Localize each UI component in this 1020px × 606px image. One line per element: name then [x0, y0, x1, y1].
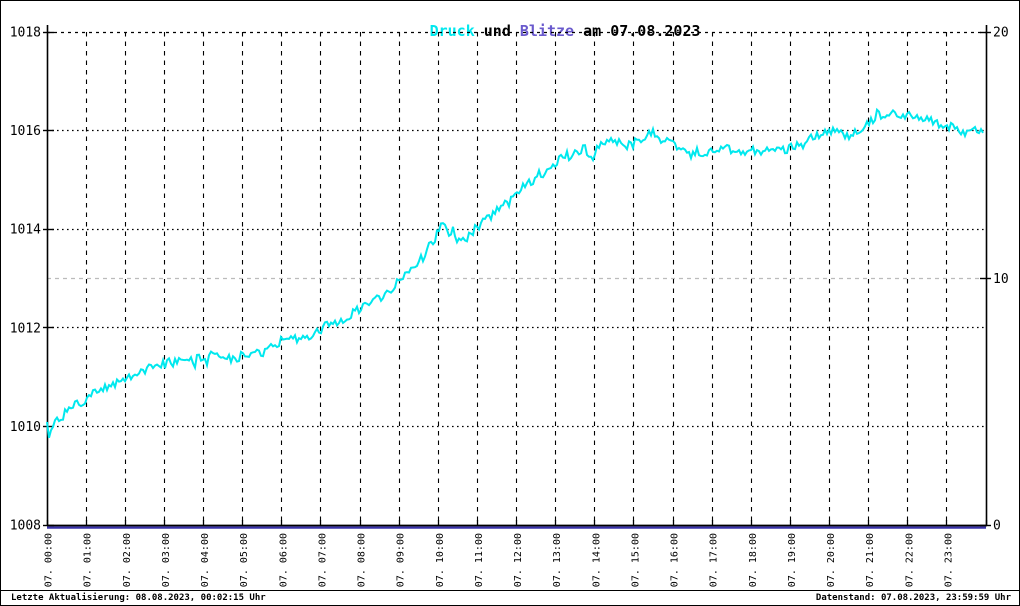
x-tick-label: 07. 09:00: [396, 533, 407, 587]
x-tick-label: 07. 11:00: [474, 533, 485, 587]
y-left-tick-label: 1010: [10, 420, 41, 435]
x-tick-label: 07. 07:00: [317, 533, 328, 587]
y-left-tick-label: 1016: [10, 124, 41, 139]
druck-series-line: [46, 107, 984, 439]
chart-window: Druck und Blitze am 07.08.2023 1008 1010 1…: [0, 0, 1020, 606]
x-tick-label: 07. 08:00: [357, 533, 368, 587]
x-tick-label: 07. 06:00: [278, 533, 289, 587]
x-tick-label: 07. 02:00: [122, 533, 133, 587]
x-tick-label: 07. 16:00: [670, 533, 681, 587]
x-tick-label: 07. 12:00: [513, 533, 524, 587]
x-tick-label: 07. 10:00: [435, 533, 446, 587]
x-tick-label: 07. 20:00: [826, 533, 837, 587]
gridlines: [47, 31, 986, 525]
last-update-text: Letzte Aktualisierung: 08.08.2023, 00:02…: [11, 593, 266, 603]
x-tick-label: 07. 15:00: [630, 533, 641, 587]
x-tick-label: 07. 17:00: [709, 533, 720, 587]
y-right-tick-label: 0: [993, 519, 1001, 534]
y-left-tick-label: 1012: [10, 321, 41, 336]
x-tick-label: 07. 13:00: [552, 533, 563, 587]
y-right-tick-label: 10: [993, 272, 1009, 287]
y-left-tick-label: 1008: [10, 519, 41, 534]
x-tick-label: 07. 01:00: [83, 533, 94, 587]
y-right-tick-label: 20: [993, 26, 1009, 41]
x-tick-label: 07. 05:00: [239, 533, 250, 587]
x-tick-label: 07. 03:00: [161, 533, 172, 587]
x-tick-label: 07. 23:00: [943, 533, 954, 587]
axis-labels: 1008 1010 1012 1014 1016 1018 0 10 20 07. 00:00 07…: [10, 26, 1009, 588]
x-tick-label: 07. 00:00: [44, 533, 55, 587]
x-tick-label: 07. 04:00: [200, 533, 211, 587]
x-tick-label: 07. 21:00: [865, 533, 876, 587]
x-tick-label: 07. 18:00: [748, 533, 759, 587]
x-tick-label: 07. 22:00: [904, 533, 915, 587]
pressure-lightning-chart: 1008 1010 1012 1014 1016 1018 0 10 20 07. 00:00 07…: [10, 25, 1009, 588]
status-bar: Letzte Aktualisierung: 08.08.2023, 00:02…: [1, 590, 1019, 605]
x-tick-label: 07. 19:00: [787, 533, 798, 587]
y-left-tick-label: 1018: [10, 26, 41, 41]
y-left-tick-label: 1014: [10, 223, 41, 238]
x-tick-label: 07. 14:00: [591, 533, 602, 587]
data-state-text: Datenstand: 07.08.2023, 23:59:59 Uhr: [815, 593, 1011, 603]
